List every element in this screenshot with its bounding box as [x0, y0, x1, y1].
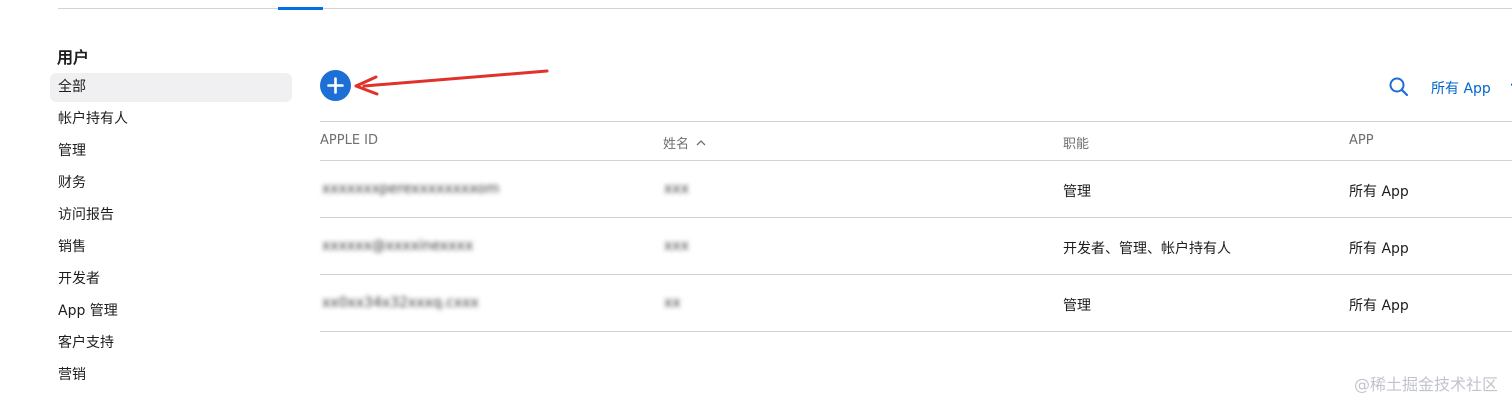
sidebar-item-customer-support[interactable]: 客户支持: [50, 329, 292, 358]
search-icon: [1389, 77, 1409, 97]
cell-app: 所有 App: [1349, 184, 1409, 200]
sidebar-item-developer[interactable]: 开发者: [50, 265, 292, 294]
cell-app: 所有 App: [1349, 241, 1409, 257]
column-header-name[interactable]: 姓名: [663, 133, 706, 152]
cell-role: 开发者、管理、帐户持有人: [1063, 241, 1231, 257]
cell-name: xxx: [664, 181, 689, 197]
search-button[interactable]: [1388, 76, 1410, 102]
sidebar-item-finance[interactable]: 财务: [50, 169, 292, 198]
table-row[interactable]: xx0xx34x32xxxq.cxxx xx 管理 所有 App: [320, 275, 1512, 332]
sidebar-title: 用户: [57, 48, 90, 67]
sidebar-item-sales[interactable]: 销售: [50, 233, 292, 262]
sidebar-item-admin[interactable]: 管理: [50, 137, 292, 166]
watermark: @稀土掘金技术社区: [1353, 375, 1498, 394]
cell-apple-id: xx0xx34x32xxxq.cxxx: [322, 295, 479, 311]
sidebar-item-account-holder[interactable]: 帐户持有人: [50, 105, 292, 134]
sidebar-item-marketing[interactable]: 营销: [50, 361, 292, 390]
cell-app: 所有 App: [1349, 298, 1409, 314]
table-row[interactable]: xxxxxx@xxxxinexxxx xxx 开发者、管理、帐户持有人 所有 A…: [320, 218, 1512, 275]
annotation-arrow-icon: [354, 69, 549, 96]
sidebar-item-app-manager[interactable]: App 管理: [50, 297, 292, 326]
row-divider: [320, 331, 1512, 332]
cell-name: xx: [664, 295, 681, 311]
table-row[interactable]: xxxxxxxperexxxxxxxxom xxx 管理 所有 App: [320, 161, 1512, 218]
app-filter-label: 所有 App: [1431, 81, 1491, 97]
app-filter-select[interactable]: 所有 App: [1431, 78, 1512, 98]
cell-apple-id: xxxxxx@xxxxinexxxx: [322, 238, 474, 254]
cell-name: xxx: [664, 238, 689, 254]
cell-role: 管理: [1063, 184, 1091, 200]
top-divider: [58, 8, 1512, 9]
sort-ascending-icon: [696, 140, 706, 146]
plus-icon: [327, 77, 344, 94]
column-header-app[interactable]: APP: [1349, 133, 1374, 148]
sidebar-item-access-reports[interactable]: 访问报告: [50, 201, 292, 230]
column-header-name-label: 姓名: [663, 137, 690, 152]
cell-role: 管理: [1063, 298, 1091, 314]
active-tab-indicator: [278, 7, 323, 10]
column-header-apple-id[interactable]: APPLE ID: [320, 133, 378, 148]
table-top-divider: [320, 121, 1512, 122]
column-header-role[interactable]: 职能: [1063, 133, 1089, 152]
cell-apple-id: xxxxxxxperexxxxxxxxom: [322, 181, 500, 197]
add-user-button[interactable]: [320, 70, 351, 101]
sidebar-item-all[interactable]: 全部: [50, 73, 292, 102]
